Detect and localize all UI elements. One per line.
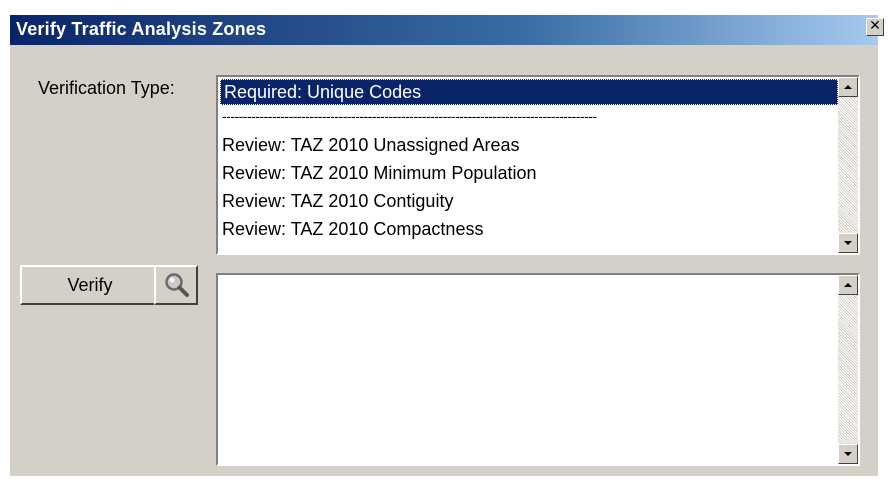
list-item-contiguity[interactable]: Review: TAZ 2010 Contiguity bbox=[218, 187, 838, 215]
arrow-up-icon bbox=[844, 85, 852, 89]
magnifier-icon bbox=[165, 273, 189, 297]
verification-type-label: Verification Type: bbox=[38, 78, 175, 98]
verification-type-list[interactable]: Required: Unique Codes -----------------… bbox=[216, 75, 860, 255]
close-button[interactable]: ✕ bbox=[866, 18, 884, 36]
results-scrollbar[interactable] bbox=[838, 275, 858, 464]
list-item-compactness[interactable]: Review: TAZ 2010 Compactness bbox=[218, 215, 838, 243]
verification-type-items: Required: Unique Codes -----------------… bbox=[218, 77, 838, 253]
window-title: Verify Traffic Analysis Zones bbox=[16, 19, 267, 39]
scroll-up-button[interactable] bbox=[838, 77, 858, 97]
results-scroll-up-button[interactable] bbox=[838, 275, 858, 295]
list-item-separator[interactable]: ----------------------------------------… bbox=[218, 105, 838, 131]
results-scroll-down-button[interactable] bbox=[838, 444, 858, 464]
close-icon: ✕ bbox=[869, 18, 881, 34]
dialog-body: Verification Type: Required: Unique Code… bbox=[10, 45, 878, 476]
scroll-down-button[interactable] bbox=[838, 233, 858, 253]
zoom-button[interactable] bbox=[154, 265, 198, 305]
list-item-minimum-population[interactable]: Review: TAZ 2010 Minimum Population bbox=[218, 159, 838, 187]
arrow-down-icon bbox=[844, 452, 852, 456]
list-scrollbar[interactable] bbox=[838, 77, 858, 253]
title-bar[interactable]: Verify Traffic Analysis Zones ✕ bbox=[10, 15, 884, 45]
results-textbox[interactable] bbox=[216, 273, 860, 466]
list-item-unassigned-areas[interactable]: Review: TAZ 2010 Unassigned Areas bbox=[218, 131, 838, 159]
arrow-up-icon bbox=[844, 283, 852, 287]
list-item-required-unique-codes[interactable]: Required: Unique Codes bbox=[220, 79, 838, 105]
arrow-down-icon bbox=[844, 241, 852, 245]
dialog-window: Verify Traffic Analysis Zones ✕ Verifica… bbox=[0, 0, 888, 486]
verify-button[interactable]: Verify bbox=[20, 265, 160, 305]
